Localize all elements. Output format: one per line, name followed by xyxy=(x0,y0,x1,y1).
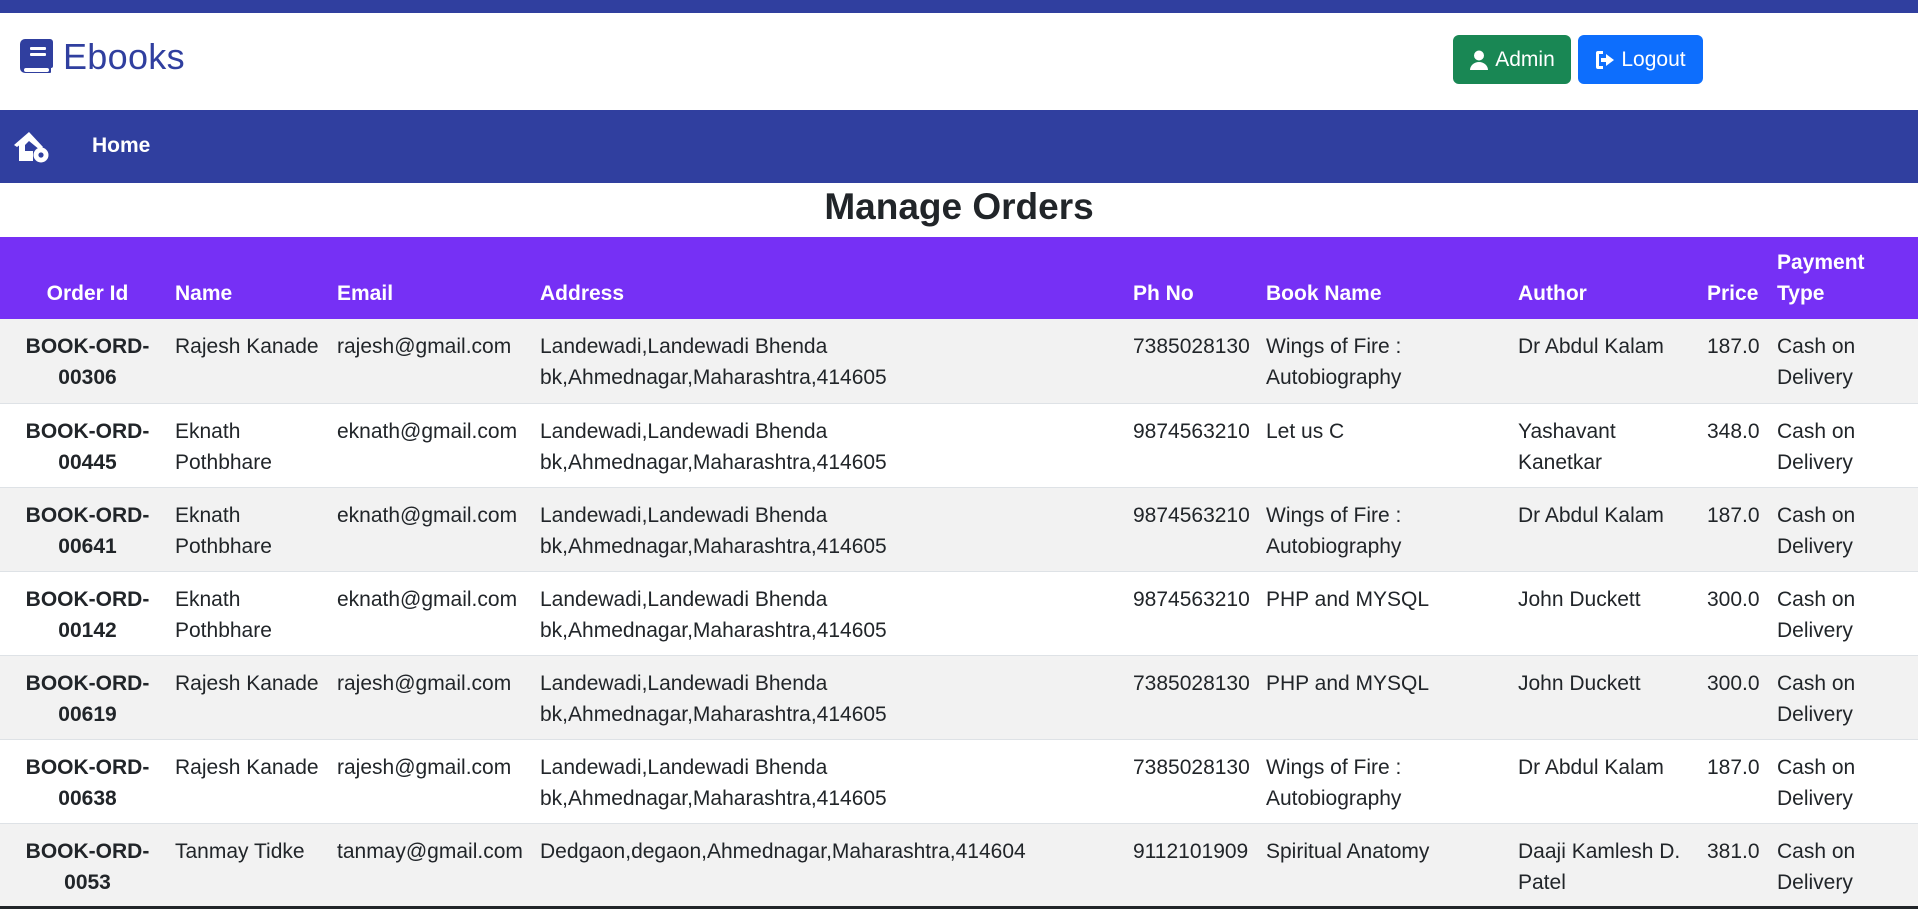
user-icon xyxy=(1470,50,1489,70)
table-row: BOOK-ORD-00641 Eknath Pothbhare eknath@g… xyxy=(0,487,1918,571)
address-cell: Landewadi,Landewadi Bhenda bk,Ahmednagar… xyxy=(540,671,887,726)
price-cell: 300.0 xyxy=(1707,587,1760,611)
column-header-address: Address xyxy=(540,282,625,305)
author-cell: Dr Abdul Kalam xyxy=(1518,503,1664,527)
order-id-cell: BOOK-ORD-00619 xyxy=(25,671,150,726)
author-cell: John Duckett xyxy=(1518,671,1641,695)
logout-button[interactable]: Logout xyxy=(1578,35,1703,84)
price-cell: 187.0 xyxy=(1707,503,1760,527)
table-row: BOOK-ORD-00306 Rajesh Kanade rajesh@gmai… xyxy=(0,319,1918,403)
phone-cell: 9112101909 xyxy=(1133,839,1249,863)
author-cell: Yashavant Kanetkar xyxy=(1518,419,1616,474)
book-name-cell: Let us C xyxy=(1266,419,1345,443)
order-id-cell: BOOK-ORD-00306 xyxy=(25,335,150,389)
email-cell: rajesh@gmail.com xyxy=(337,755,512,779)
address-cell: Landewadi,Landewadi Bhenda bk,Ahmednagar… xyxy=(540,419,887,474)
logout-button-label: Logout xyxy=(1621,47,1686,71)
name-cell: Rajesh Kanade xyxy=(175,671,319,695)
phone-cell: 7385028130 xyxy=(1133,335,1250,358)
email-cell: eknath@gmail.com xyxy=(337,587,518,611)
author-cell: Dr Abdul Kalam xyxy=(1518,335,1664,358)
order-id-cell: BOOK-ORD-00445 xyxy=(25,419,150,474)
address-cell: Landewadi,Landewadi Bhenda bk,Ahmednagar… xyxy=(540,335,887,389)
admin-button-label: Admin xyxy=(1495,47,1555,71)
column-header-name: Name xyxy=(175,282,233,305)
admin-button[interactable]: Admin xyxy=(1453,35,1571,84)
table-row: BOOK-ORD-00619 Rajesh Kanade rajesh@gmai… xyxy=(0,655,1918,739)
email-cell: eknath@gmail.com xyxy=(337,419,518,443)
brand-name: Ebooks xyxy=(63,36,185,77)
address-cell: Dedgaon,degaon,Ahmednagar,Maharashtra,41… xyxy=(540,839,1026,863)
table-row: BOOK-ORD-00445 Eknath Pothbhare eknath@g… xyxy=(0,403,1918,487)
column-header-order-id: Order Id xyxy=(46,282,129,305)
table-row: BOOK-ORD-00638 Rajesh Kanade rajesh@gmai… xyxy=(0,739,1918,823)
order-id-cell: BOOK-ORD-00641 xyxy=(25,503,150,558)
book-name-cell: Wings of Fire : Autobiography xyxy=(1266,503,1402,558)
navbar: Home xyxy=(0,110,1918,183)
name-cell: Eknath Pothbhare xyxy=(175,587,272,642)
email-cell: eknath@gmail.com xyxy=(337,503,518,527)
phone-cell: 9874563210 xyxy=(1133,419,1250,443)
order-id-cell: BOOK-ORD-00638 xyxy=(25,755,150,810)
name-cell: Eknath Pothbhare xyxy=(175,419,272,474)
email-cell: tanmay@gmail.com xyxy=(337,839,523,863)
author-cell: Daaji Kamlesh D. Patel xyxy=(1518,839,1681,894)
author-cell: Dr Abdul Kalam xyxy=(1518,755,1664,779)
column-header-author: Author xyxy=(1518,282,1587,305)
name-cell: Rajesh Kanade xyxy=(175,755,319,779)
price-cell: 187.0 xyxy=(1707,755,1760,779)
table-row: BOOK-ORD-0053 Tanmay Tidke tanmay@gmail.… xyxy=(0,823,1918,907)
book-name-cell: PHP and MYSQL xyxy=(1266,671,1430,695)
payment-type-cell: Cash on Delivery xyxy=(1777,419,1856,474)
book-name-cell: Wings of Fire : Autobiography xyxy=(1266,755,1402,810)
payment-type-cell: Cash on Delivery xyxy=(1777,839,1856,894)
price-cell: 187.0 xyxy=(1707,335,1760,358)
phone-cell: 7385028130 xyxy=(1133,755,1250,779)
logout-icon xyxy=(1596,50,1615,69)
column-header-email: Email xyxy=(337,282,394,305)
book-icon xyxy=(20,39,53,73)
book-name-cell: PHP and MYSQL xyxy=(1266,587,1430,611)
payment-type-cell: Cash on Delivery xyxy=(1777,335,1856,389)
brand-link[interactable]: Ebooks xyxy=(20,36,185,77)
phone-cell: 9874563210 xyxy=(1133,503,1250,527)
home-gear-icon[interactable] xyxy=(14,131,50,163)
name-cell: Eknath Pothbhare xyxy=(175,503,272,558)
column-header-book-name: Book Name xyxy=(1266,282,1382,305)
book-name-cell: Spiritual Anatomy xyxy=(1266,839,1430,863)
email-cell: rajesh@gmail.com xyxy=(337,335,512,358)
column-header-payment-type: Payment Type xyxy=(1777,237,1918,319)
order-id-cell: BOOK-ORD-0053 xyxy=(25,839,150,894)
table-header-row: Order Id Name Email Address Ph No Book N… xyxy=(0,237,1918,319)
address-cell: Landewadi,Landewadi Bhenda bk,Ahmednagar… xyxy=(540,587,887,642)
name-cell: Rajesh Kanade xyxy=(175,335,319,358)
name-cell: Tanmay Tidke xyxy=(175,839,305,863)
payment-type-cell: Cash on Delivery xyxy=(1777,671,1856,726)
address-cell: Landewadi,Landewadi Bhenda bk,Ahmednagar… xyxy=(540,503,887,558)
address-cell: Landewadi,Landewadi Bhenda bk,Ahmednagar… xyxy=(540,755,887,810)
order-id-cell: BOOK-ORD-00142 xyxy=(25,587,150,642)
phone-cell: 9874563210 xyxy=(1133,587,1250,611)
page-title: Manage Orders xyxy=(824,186,1094,227)
orders-table-body: BOOK-ORD-00306 Rajesh Kanade rajesh@gmai… xyxy=(0,319,1918,907)
column-header-payment-line1: Payment xyxy=(1777,251,1865,274)
payment-type-cell: Cash on Delivery xyxy=(1777,755,1856,810)
payment-type-cell: Cash on Delivery xyxy=(1777,587,1856,642)
payment-type-cell: Cash on Delivery xyxy=(1777,503,1856,558)
phone-cell: 7385028130 xyxy=(1133,671,1250,695)
author-cell: John Duckett xyxy=(1518,587,1641,611)
column-header-phone: Ph No xyxy=(1133,282,1194,305)
table-row: BOOK-ORD-00142 Eknath Pothbhare eknath@g… xyxy=(0,571,1918,655)
price-cell: 300.0 xyxy=(1707,671,1760,695)
top-accent-strip xyxy=(0,0,1918,13)
price-cell: 348.0 xyxy=(1707,419,1760,443)
column-header-price: Price xyxy=(1707,282,1759,305)
book-name-cell: Wings of Fire : Autobiography xyxy=(1266,335,1402,389)
price-cell: 381.0 xyxy=(1707,839,1760,863)
email-cell: rajesh@gmail.com xyxy=(337,671,512,695)
header: Ebooks Admin Logout xyxy=(0,13,1918,110)
column-header-payment-line2: Type xyxy=(1777,282,1825,305)
orders-table: Order Id Name Email Address Ph No Book N… xyxy=(0,237,1918,908)
nav-home-link[interactable]: Home xyxy=(92,134,150,158)
